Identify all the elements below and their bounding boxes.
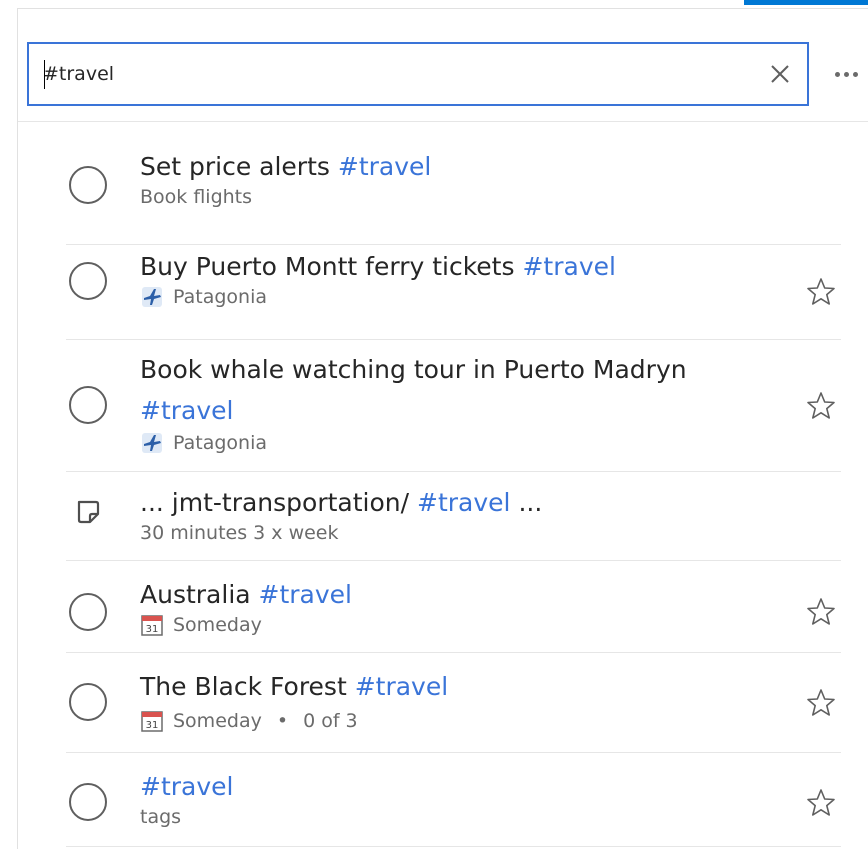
ellipsis-dot <box>852 71 858 77</box>
separator-dot: • <box>276 710 289 732</box>
list-item[interactable]: ... jmt-transportation/ #travel ... 30 m… <box>66 472 841 561</box>
tag-link[interactable]: #travel <box>259 580 352 609</box>
calendar-icon: 31 <box>141 615 163 636</box>
star-button[interactable] <box>801 386 841 426</box>
ellipsis-dot <box>834 71 840 77</box>
note-subtitle: 30 minutes 3 x week <box>140 521 777 545</box>
list-item[interactable]: Book whale watching tour in Puerto Madry… <box>66 340 841 472</box>
complete-task-checkbox[interactable] <box>69 683 107 721</box>
tag-link[interactable]: #travel <box>338 152 431 181</box>
tag-link[interactable]: #travel <box>417 488 510 517</box>
svg-text:31: 31 <box>146 624 159 635</box>
task-title: Australia #travel <box>140 580 353 609</box>
task-subtitle: Patagonia <box>140 285 777 309</box>
ellipsis-dot <box>843 71 849 77</box>
list-name: Patagonia <box>173 432 267 454</box>
complete-task-checkbox[interactable] <box>69 593 107 631</box>
list-name: Patagonia <box>173 286 267 308</box>
task-title: Set price alerts #travel <box>140 152 432 181</box>
airplane-icon <box>142 433 162 453</box>
complete-task-checkbox[interactable] <box>69 262 107 300</box>
close-icon <box>771 65 789 83</box>
clear-search-button[interactable] <box>753 44 807 104</box>
tag-link[interactable]: #travel <box>140 396 233 425</box>
star-icon <box>807 789 835 816</box>
task-subtitle: tags <box>140 805 777 829</box>
more-options-button[interactable] <box>826 59 866 89</box>
star-button[interactable] <box>801 592 841 632</box>
tag-link[interactable]: #travel <box>522 252 615 281</box>
task-subtitle: 31 Someday • 0 of 3 <box>140 709 777 733</box>
calendar-icon: 31 <box>141 711 163 732</box>
tag-link[interactable]: #travel <box>355 672 448 701</box>
task-title: Book whale watching tour in Puerto Madry… <box>140 355 687 425</box>
list-item[interactable]: Australia #travel 31 Someday <box>66 561 841 653</box>
list-name: Book flights <box>140 186 253 208</box>
task-title: Buy Puerto Montt ferry tickets #travel <box>140 252 616 281</box>
star-icon <box>807 598 835 625</box>
search-results-list: Set price alerts #travel Book flights Bu… <box>66 148 841 847</box>
window-accent-bar <box>744 0 868 5</box>
due-date-label: Someday <box>173 614 262 636</box>
list-name: tags <box>140 806 182 828</box>
note-icon <box>77 500 100 524</box>
note-snippet: 30 minutes 3 x week <box>140 522 339 544</box>
list-item[interactable]: Buy Puerto Montt ferry tickets #travel P… <box>66 245 841 340</box>
svg-text:31: 31 <box>146 720 159 731</box>
star-button[interactable] <box>801 783 841 823</box>
star-icon <box>807 392 835 419</box>
star-icon <box>807 278 835 305</box>
airplane-icon <box>142 287 162 307</box>
subtask-count: 0 of 3 <box>303 710 358 732</box>
task-title: #travel <box>140 769 777 805</box>
list-item[interactable]: The Black Forest #travel 31 Someday • 0 … <box>66 653 841 753</box>
task-subtitle: Book flights <box>140 185 777 209</box>
text-caret <box>44 60 45 89</box>
task-subtitle: Patagonia <box>140 431 777 455</box>
due-date-label: Someday <box>173 710 262 732</box>
search-panel: Set price alerts #travel Book flights Bu… <box>17 8 868 849</box>
search-box[interactable] <box>27 42 809 106</box>
complete-task-checkbox[interactable] <box>69 783 107 821</box>
search-input[interactable] <box>29 44 753 104</box>
note-title: ... jmt-transportation/ #travel ... <box>140 488 543 517</box>
complete-task-checkbox[interactable] <box>69 166 107 204</box>
complete-task-checkbox[interactable] <box>69 386 107 424</box>
list-item[interactable]: #travel tags <box>66 753 841 847</box>
star-button[interactable] <box>801 683 841 723</box>
search-header <box>18 9 868 122</box>
task-subtitle: 31 Someday <box>140 613 777 637</box>
tag-link[interactable]: #travel <box>140 772 233 801</box>
star-button[interactable] <box>801 272 841 312</box>
star-icon <box>807 689 835 716</box>
list-item[interactable]: Set price alerts #travel Book flights <box>66 148 841 245</box>
task-title: The Black Forest #travel <box>140 672 449 701</box>
